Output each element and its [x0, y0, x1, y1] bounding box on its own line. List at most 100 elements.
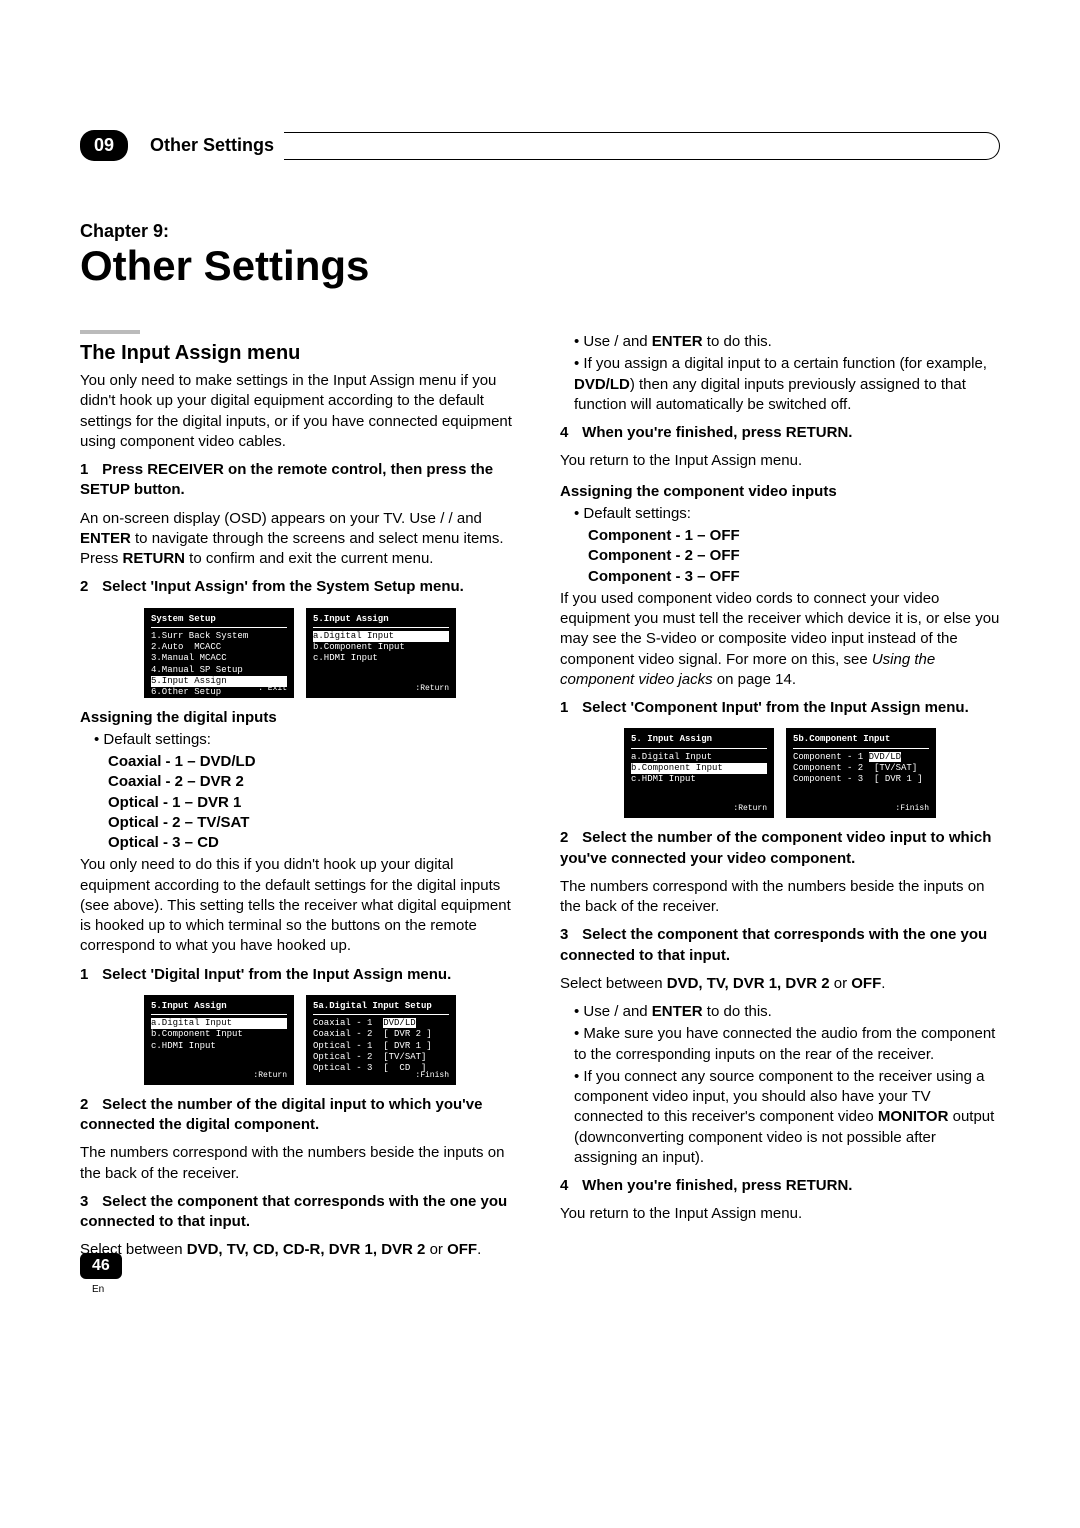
step-number: 1 [80, 965, 98, 985]
language-label: En [92, 1284, 104, 1295]
osd-digital-input-setup: 5a.Digital Input Setup Coaxial - 1 DVD/L… [306, 995, 456, 1085]
step-text: Select 'Input Assign' from the System Se… [102, 578, 464, 595]
bullet-assign-note: If you assign a digital input to a certa… [574, 354, 1000, 415]
component-step-1: 1 Select 'Component Input' from the Inpu… [560, 698, 1000, 718]
component-step-3: 3 Select the component that corresponds … [560, 925, 1000, 966]
step-1: 1 Press RECEIVER on the remote control, … [80, 460, 520, 501]
osd-component-input: 5b.Component Input Component - 1 DVD/LD … [786, 728, 936, 818]
sub-heading-component: Assigning the component video inputs [560, 482, 1000, 502]
running-header: 09 Other Settings [80, 130, 1000, 161]
content-columns: The Input Assign menu You only need to m… [80, 330, 1000, 1269]
step-number: 2 [80, 1095, 98, 1115]
step-text: Select the component that corresponds wi… [80, 1193, 507, 1230]
digital-paragraph: You only need to do this if you didn't h… [80, 855, 520, 956]
default-item: Optical - 2 – TV/SAT [108, 813, 520, 833]
step-text: Select 'Component Input' from the Input … [582, 699, 969, 716]
header-title-wrap: Other Settings [140, 132, 1000, 160]
osd-title: 5.Input Assign [151, 1001, 287, 1015]
osd-system-setup: System Setup 1.Surr Back System 2.Auto M… [144, 608, 294, 698]
osd-row-highlight: a.Digital Input [313, 631, 449, 642]
osd-row: 4.Manual SP Setup [151, 665, 287, 676]
step-number: 3 [560, 925, 578, 945]
osd-row: 3.Manual MCACC [151, 653, 287, 664]
step-number: 2 [560, 828, 578, 848]
default-item: Optical - 1 – DVR 1 [108, 793, 520, 813]
osd-row: b.Component Input [151, 1029, 287, 1040]
chapter-number-badge: 09 [80, 130, 128, 161]
step-text: Select the number of the component video… [560, 829, 991, 866]
osd-footer: :Return [415, 684, 449, 694]
osd-row-highlight: b.Component Input [631, 763, 767, 774]
defaults-label: Default settings: [574, 504, 1000, 524]
component-step-4-note: You return to the Input Assign menu. [560, 1204, 1000, 1224]
osd-row: c.HDMI Input [313, 653, 449, 664]
step-number: 4 [560, 423, 578, 443]
section-title: The Input Assign menu [80, 340, 520, 367]
digital-step-1: 1 Select 'Digital Input' from the Input … [80, 965, 520, 985]
default-item: Coaxial - 1 – DVD/LD [108, 752, 520, 772]
default-item: Optical - 3 – CD [108, 833, 520, 853]
header-title: Other Settings [150, 135, 274, 156]
digital-step-4: 4 When you're finished, press RETURN. [560, 423, 1000, 443]
osd-row: Optical - 1 [ DVR 1 ] [313, 1041, 449, 1052]
step-2: 2 Select 'Input Assign' from the System … [80, 577, 520, 597]
osd-input-assign-2: 5.Input Assign a.Digital Input b.Compone… [144, 995, 294, 1085]
digital-step-2-note: The numbers correspond with the numbers … [80, 1143, 520, 1184]
osd-input-assign: 5.Input Assign a.Digital Input b.Compone… [306, 608, 456, 698]
left-column: The Input Assign menu You only need to m… [80, 330, 520, 1269]
component-step-2: 2 Select the number of the component vid… [560, 828, 1000, 869]
component-step-4: 4 When you're finished, press RETURN. [560, 1176, 1000, 1196]
osd-footer: :Return [253, 1071, 287, 1081]
bullet-monitor-note: If you connect any source component to t… [574, 1067, 1000, 1168]
component-step-2-note: The numbers correspond with the numbers … [560, 877, 1000, 918]
digital-step-2: 2 Select the number of the digital input… [80, 1095, 520, 1136]
osd-row-1: System Setup 1.Surr Back System 2.Auto M… [80, 608, 520, 698]
osd-footer: : Exit [258, 684, 287, 694]
page: 09 Other Settings Chapter 9: Other Setti… [0, 0, 1080, 1309]
default-item: Coaxial - 2 – DVR 2 [108, 772, 520, 792]
bullet-audio-note: Make sure you have connected the audio f… [574, 1024, 1000, 1065]
step-number: 2 [80, 577, 98, 597]
osd-row: c.HDMI Input [631, 774, 767, 785]
step-number: 1 [80, 460, 98, 480]
osd-row: Component - 3 [ DVR 1 ] [793, 774, 929, 785]
osd-row-highlight: a.Digital Input [151, 1018, 287, 1029]
osd-footer: :Finish [895, 804, 929, 814]
osd-row: c.HDMI Input [151, 1041, 287, 1052]
step-number: 1 [560, 698, 578, 718]
osd-title: 5.Input Assign [313, 614, 449, 628]
component-step-3-note: Select between DVD, TV, DVR 1, DVR 2 or … [560, 974, 1000, 994]
chapter-label: Chapter 9: [80, 221, 1000, 242]
digital-step-3-note: Select between DVD, TV, CD, CD-R, DVR 1,… [80, 1240, 520, 1260]
osd-row: a.Digital Input [631, 752, 767, 763]
osd-title: 5. Input Assign [631, 734, 767, 748]
section-bar [80, 330, 140, 334]
step-1-note: An on-screen display (OSD) appears on yo… [80, 509, 520, 570]
digital-step-3: 3 Select the component that corresponds … [80, 1192, 520, 1233]
step-text: Select the number of the digital input t… [80, 1096, 482, 1133]
osd-row: Coaxial - 1 DVD/LD [313, 1018, 449, 1029]
digital-step-4-note: You return to the Input Assign menu. [560, 451, 1000, 471]
step-number: 3 [80, 1192, 98, 1212]
default-item: Component - 3 – OFF [588, 567, 1000, 587]
osd-row-3: 5. Input Assign a.Digital Input b.Compon… [560, 728, 1000, 818]
step-text: Press RECEIVER on the remote control, th… [80, 461, 493, 498]
page-number: 46 [80, 1253, 122, 1279]
default-item: Component - 1 – OFF [588, 526, 1000, 546]
defaults-label: Default settings: [94, 730, 520, 750]
osd-row-2: 5.Input Assign a.Digital Input b.Compone… [80, 995, 520, 1085]
osd-row: 1.Surr Back System [151, 631, 287, 642]
chapter-title: Other Settings [80, 242, 1000, 290]
step-text: Select the component that corresponds wi… [560, 926, 987, 963]
osd-row: Optical - 2 [TV/SAT] [313, 1052, 449, 1063]
bullet-use-enter: Use / and ENTER to do this. [574, 332, 1000, 352]
osd-footer: :Return [733, 804, 767, 814]
step-text: When you're finished, press RETURN. [582, 424, 852, 441]
osd-title: System Setup [151, 614, 287, 628]
default-item: Component - 2 – OFF [588, 546, 1000, 566]
osd-row: Component - 2 [TV/SAT] [793, 763, 929, 774]
osd-row: Coaxial - 2 [ DVR 2 ] [313, 1029, 449, 1040]
osd-title: 5b.Component Input [793, 734, 929, 748]
step-text: Select 'Digital Input' from the Input As… [102, 966, 451, 983]
osd-row: Component - 1 DVD/LD [793, 752, 929, 763]
